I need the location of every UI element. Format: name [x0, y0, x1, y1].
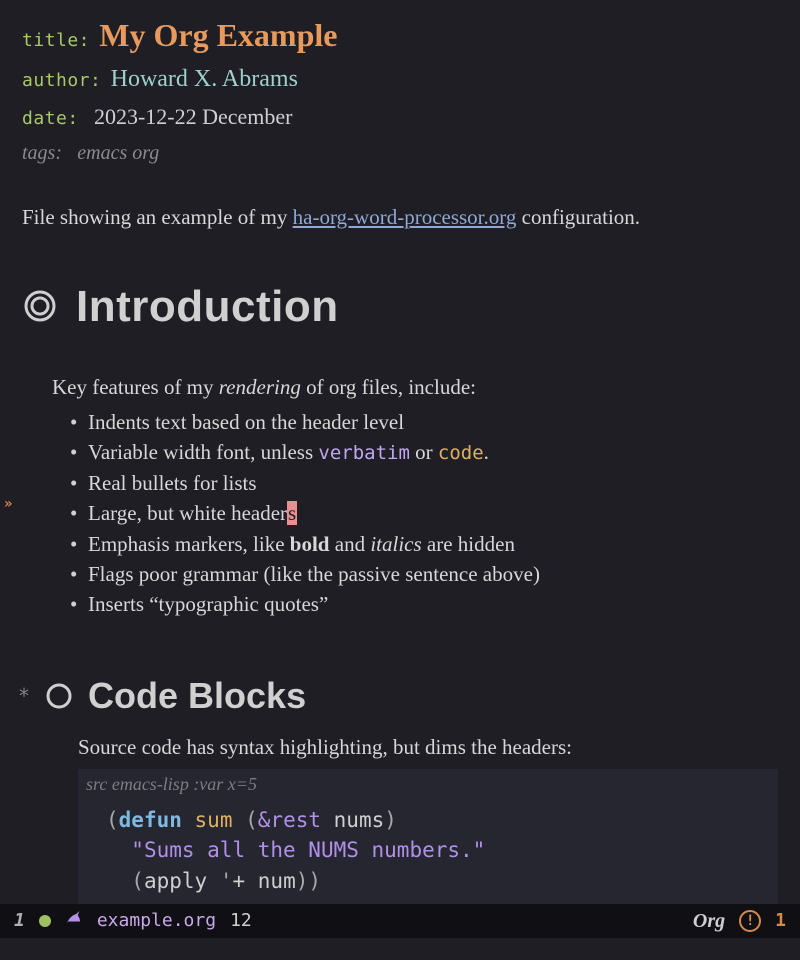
intro-link[interactable]: ha-org-word-processor.org [293, 205, 517, 229]
ml-modified-dot-icon [39, 915, 51, 927]
src-block[interactable]: (defun sum (&rest nums) "Sums all the NU… [78, 799, 778, 902]
code-inline: code [438, 442, 484, 464]
list-item: Emphasis markers, like bold and italics … [70, 529, 778, 559]
heading-code-blocks: * Code Blocks [22, 670, 778, 722]
ml-line-number: 12 [230, 908, 252, 934]
code-intro: Source code has syntax highlighting, but… [78, 732, 778, 762]
minibuffer-area[interactable] [0, 938, 800, 960]
list-item: Indents text based on the header level [70, 407, 778, 437]
ml-error-count: 1 [775, 908, 786, 934]
frontmatter-tags: tags: emacs org [22, 137, 778, 168]
docstring: "Sums all the NUMS numbers." [131, 838, 485, 862]
list-item: Real bullets for lists [70, 468, 778, 498]
intro-before: File showing an example of my [22, 205, 293, 229]
intro-paragraph: File showing an example of my ha-org-wor… [22, 202, 778, 232]
ml-window-number: 1 [14, 908, 25, 934]
heading-asterisk: * [18, 682, 30, 711]
verbatim-inline: verbatim [318, 442, 410, 464]
bold-sample: bold [290, 532, 330, 556]
frontmatter-date: date: 2023-12-22 December [22, 101, 778, 133]
rendering-italic: rendering [219, 375, 301, 399]
fm-tags-value: emacs org [77, 142, 159, 164]
modeline[interactable]: 1 example.org 12 Org ! 1 [0, 904, 800, 938]
code-block-section: Source code has syntax highlighting, but… [78, 732, 778, 932]
editor-buffer[interactable]: title: My Org Example author: Howard X. … [0, 0, 800, 932]
fm-date-key: date: [22, 108, 79, 129]
fm-author-value: Howard X. Abrams [111, 66, 298, 92]
fm-title-value: My Org Example [99, 17, 337, 53]
heading2-bullet-icon [44, 681, 74, 711]
list-item-cursor: Large, but white headers [70, 498, 778, 528]
heading2-text: Code Blocks [88, 670, 306, 722]
features-list: Indents text based on the header level V… [70, 407, 778, 620]
list-item: Flags poor grammar (like the passive sen… [70, 559, 778, 589]
frontmatter-author: author: Howard X. Abrams [22, 62, 778, 97]
fm-tags-key: tags: [22, 142, 62, 164]
cursor: s [287, 501, 297, 525]
list-item: Variable width font, unless verbatim or … [70, 437, 778, 468]
intro-after: configuration. [516, 205, 640, 229]
fringe-arrow-icon: » [4, 494, 12, 514]
list-item: Inserts “typographic quotes” [70, 589, 778, 619]
fm-title-key: title: [22, 30, 90, 51]
fm-date-value: 2023-12-22 December [94, 104, 293, 129]
heading-bullet-icon [22, 288, 58, 324]
src-block-header: src emacs-lisp :var x=5 [78, 769, 778, 799]
fm-author-key: author: [22, 70, 101, 91]
ml-filename[interactable]: example.org [97, 908, 216, 934]
heading1-text: Introduction [76, 275, 339, 339]
intro-body: Key features of my rendering of org file… [52, 372, 778, 620]
frontmatter-title: title: My Org Example [22, 12, 778, 58]
ml-error-icon[interactable]: ! [739, 910, 761, 932]
heading-introduction: Introduction [22, 275, 778, 339]
ml-major-mode[interactable]: Org [693, 907, 725, 936]
key-features-line: Key features of my rendering of org file… [52, 372, 778, 402]
ml-unicorn-icon [65, 908, 83, 934]
italic-sample: italics [370, 532, 421, 556]
